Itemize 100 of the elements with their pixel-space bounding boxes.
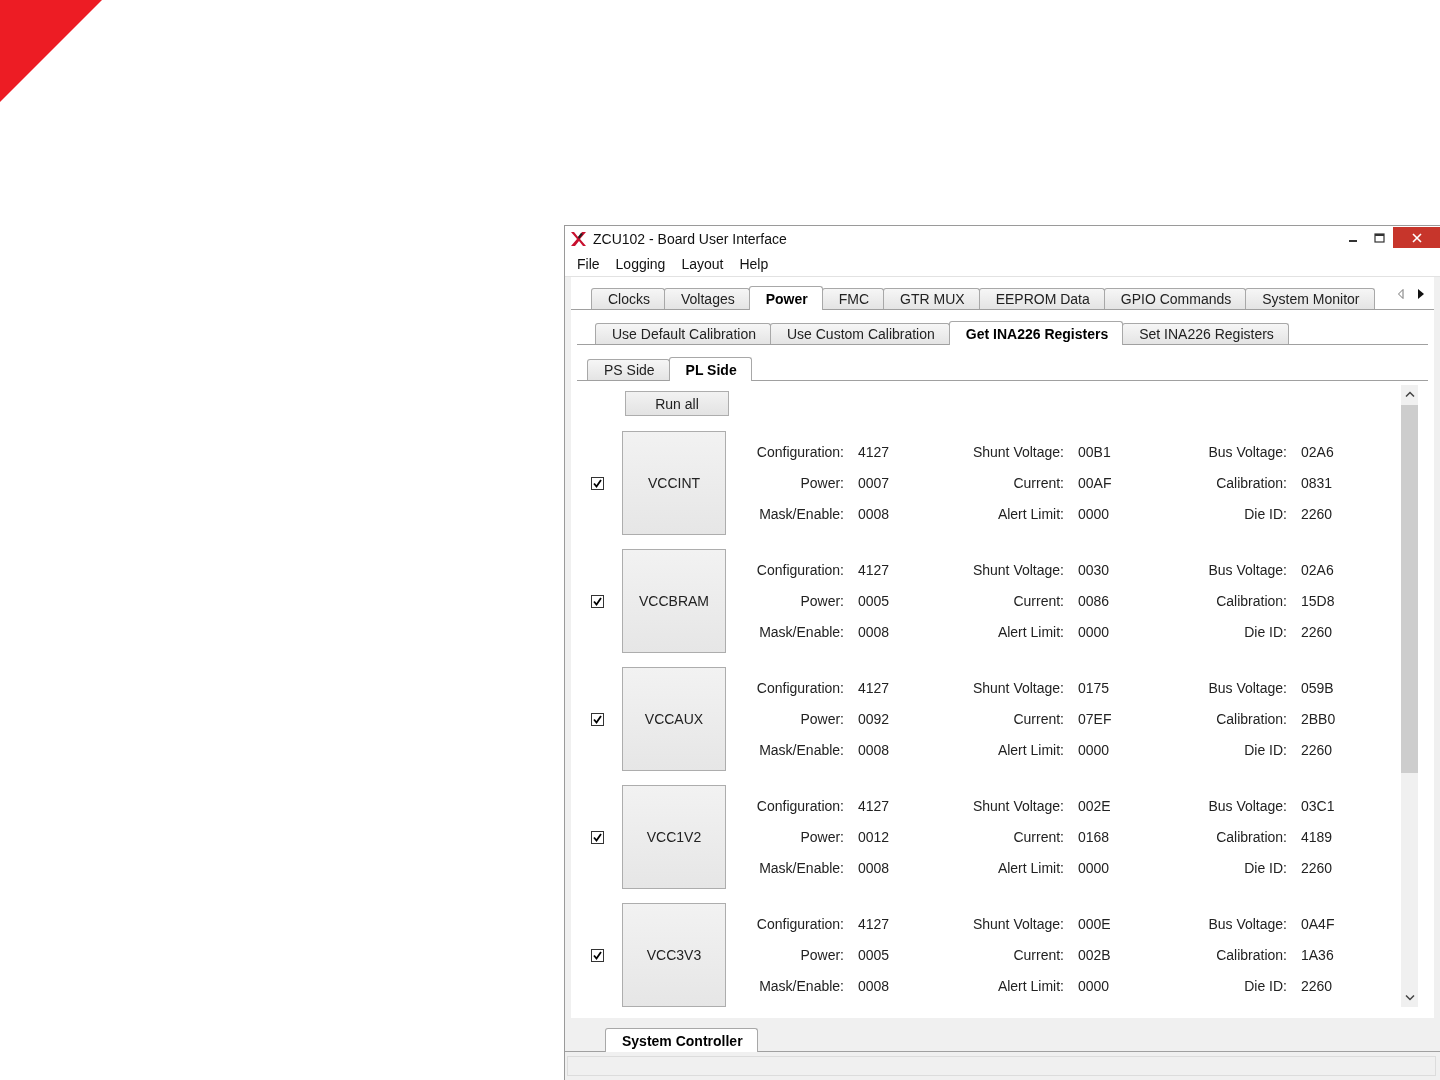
register-label: Configuration: — [755, 560, 844, 580]
tab[interactable]: Get INA226 Registers — [948, 321, 1124, 345]
close-button[interactable] — [1393, 227, 1440, 248]
register-value: 059B — [1301, 678, 1335, 698]
register-value: 0008 — [858, 622, 891, 642]
register-value: 02A6 — [1301, 560, 1335, 580]
register-value: 0086 — [1078, 591, 1111, 611]
register-label: Die ID: — [1243, 740, 1287, 760]
register-value: 02A6 — [1301, 442, 1335, 462]
register-label: Configuration: — [755, 796, 844, 816]
tab[interactable]: FMC — [821, 288, 885, 309]
menu-item[interactable]: Logging — [615, 256, 666, 272]
register-label: Shunt Voltage: — [971, 442, 1064, 462]
register-value: 2260 — [1301, 504, 1334, 524]
scroll-right-icon[interactable] — [1418, 289, 1424, 299]
register-value: 002E — [1078, 796, 1112, 816]
tab[interactable]: EEPROM Data — [978, 288, 1105, 309]
register-label: Current: — [1012, 709, 1064, 729]
register-label: Power: — [799, 709, 844, 729]
register-value: 4189 — [1301, 827, 1334, 847]
register-label: Die ID: — [1243, 858, 1287, 878]
register-value: 07EF — [1078, 709, 1113, 729]
tab[interactable]: PL Side — [668, 357, 752, 381]
register-value: 1A36 — [1301, 945, 1335, 965]
register-label: Calibration: — [1215, 827, 1287, 847]
register-value: 15D8 — [1301, 591, 1336, 611]
rail-button[interactable]: VCCINT — [622, 431, 726, 535]
checkbox[interactable] — [591, 476, 604, 490]
register-value: 00AF — [1078, 473, 1113, 493]
register-value: 2260 — [1301, 740, 1334, 760]
register-label: Alert Limit: — [996, 622, 1064, 642]
register-label: Die ID: — [1243, 622, 1287, 642]
register-value: 0092 — [858, 709, 891, 729]
tab[interactable]: Use Default Calibration — [595, 323, 771, 344]
scroll-down-icon[interactable] — [1404, 995, 1415, 1001]
register-value: 0168 — [1078, 827, 1111, 847]
maximize-icon[interactable] — [1374, 232, 1385, 243]
register-label: Calibration: — [1215, 473, 1287, 493]
rail-button[interactable]: VCCBRAM — [622, 549, 726, 653]
register-label: Shunt Voltage: — [971, 560, 1064, 580]
register-value: 03C1 — [1301, 796, 1336, 816]
rail-button[interactable]: VCC3V3 — [622, 903, 726, 1007]
tab[interactable]: System Controller — [605, 1028, 758, 1052]
register-value: 4127 — [858, 914, 891, 934]
register-label: Bus Voltage: — [1207, 560, 1287, 580]
window-title: ZCU102 - Board User Interface — [593, 231, 787, 247]
register-value: 0000 — [1078, 622, 1111, 642]
register-value: 000E — [1078, 914, 1112, 934]
register-value: 0005 — [858, 945, 891, 965]
rail-button[interactable]: VCCAUX — [622, 667, 726, 771]
register-label: Alert Limit: — [996, 740, 1064, 760]
tab[interactable]: GPIO Commands — [1103, 288, 1247, 309]
register-label: Shunt Voltage: — [971, 796, 1064, 816]
register-label: Bus Voltage: — [1207, 796, 1287, 816]
register-value: 0012 — [858, 827, 891, 847]
tab[interactable]: Use Custom Calibration — [769, 323, 950, 344]
checkbox[interactable] — [591, 948, 604, 962]
register-value: 0A4F — [1301, 914, 1336, 934]
register-label: Die ID: — [1243, 976, 1287, 996]
tab[interactable]: Voltages — [664, 288, 750, 309]
scroll-left-icon[interactable] — [1398, 289, 1404, 299]
register-value: 4127 — [858, 560, 891, 580]
register-value: 4127 — [858, 442, 891, 462]
tab[interactable]: Power — [748, 286, 823, 310]
close-icon — [1411, 232, 1422, 243]
checkbox[interactable] — [591, 594, 604, 608]
register-label: Power: — [799, 473, 844, 493]
register-value: 2260 — [1301, 858, 1334, 878]
app-logo-icon — [569, 230, 587, 248]
tab[interactable]: Clocks — [591, 288, 665, 309]
menu-item[interactable]: Help — [739, 256, 769, 272]
register-label: Calibration: — [1215, 591, 1287, 611]
run-all-button[interactable]: Run all — [625, 391, 729, 416]
tab[interactable]: Set INA226 Registers — [1122, 323, 1289, 344]
register-label: Current: — [1012, 591, 1064, 611]
register-label: Calibration: — [1215, 709, 1287, 729]
menu-item[interactable]: Layout — [681, 256, 724, 272]
register-value: 2260 — [1301, 976, 1334, 996]
tab[interactable]: GTR MUX — [883, 288, 980, 309]
scrollbar[interactable] — [1401, 385, 1418, 1007]
register-label: Mask/Enable: — [758, 504, 844, 524]
checkbox[interactable] — [591, 712, 604, 726]
tab[interactable]: PS Side — [587, 359, 670, 380]
rail-button[interactable]: VCC1V2 — [622, 785, 726, 889]
register-label: Configuration: — [755, 678, 844, 698]
register-value: 0008 — [858, 740, 891, 760]
register-value: 4127 — [858, 796, 891, 816]
menu-item[interactable]: File — [577, 256, 600, 272]
register-value: 0007 — [858, 473, 891, 493]
scroll-up-icon[interactable] — [1404, 391, 1415, 397]
register-label: Configuration: — [755, 442, 844, 462]
register-label: Power: — [799, 827, 844, 847]
register-label: Current: — [1012, 827, 1064, 847]
register-value: 0008 — [858, 504, 891, 524]
checkbox[interactable] — [591, 830, 604, 844]
tab[interactable]: System Monitor — [1245, 288, 1375, 309]
register-value: 0175 — [1078, 678, 1111, 698]
register-value: 0831 — [1301, 473, 1334, 493]
register-label: Bus Voltage: — [1207, 442, 1287, 462]
register-value: 4127 — [858, 678, 891, 698]
